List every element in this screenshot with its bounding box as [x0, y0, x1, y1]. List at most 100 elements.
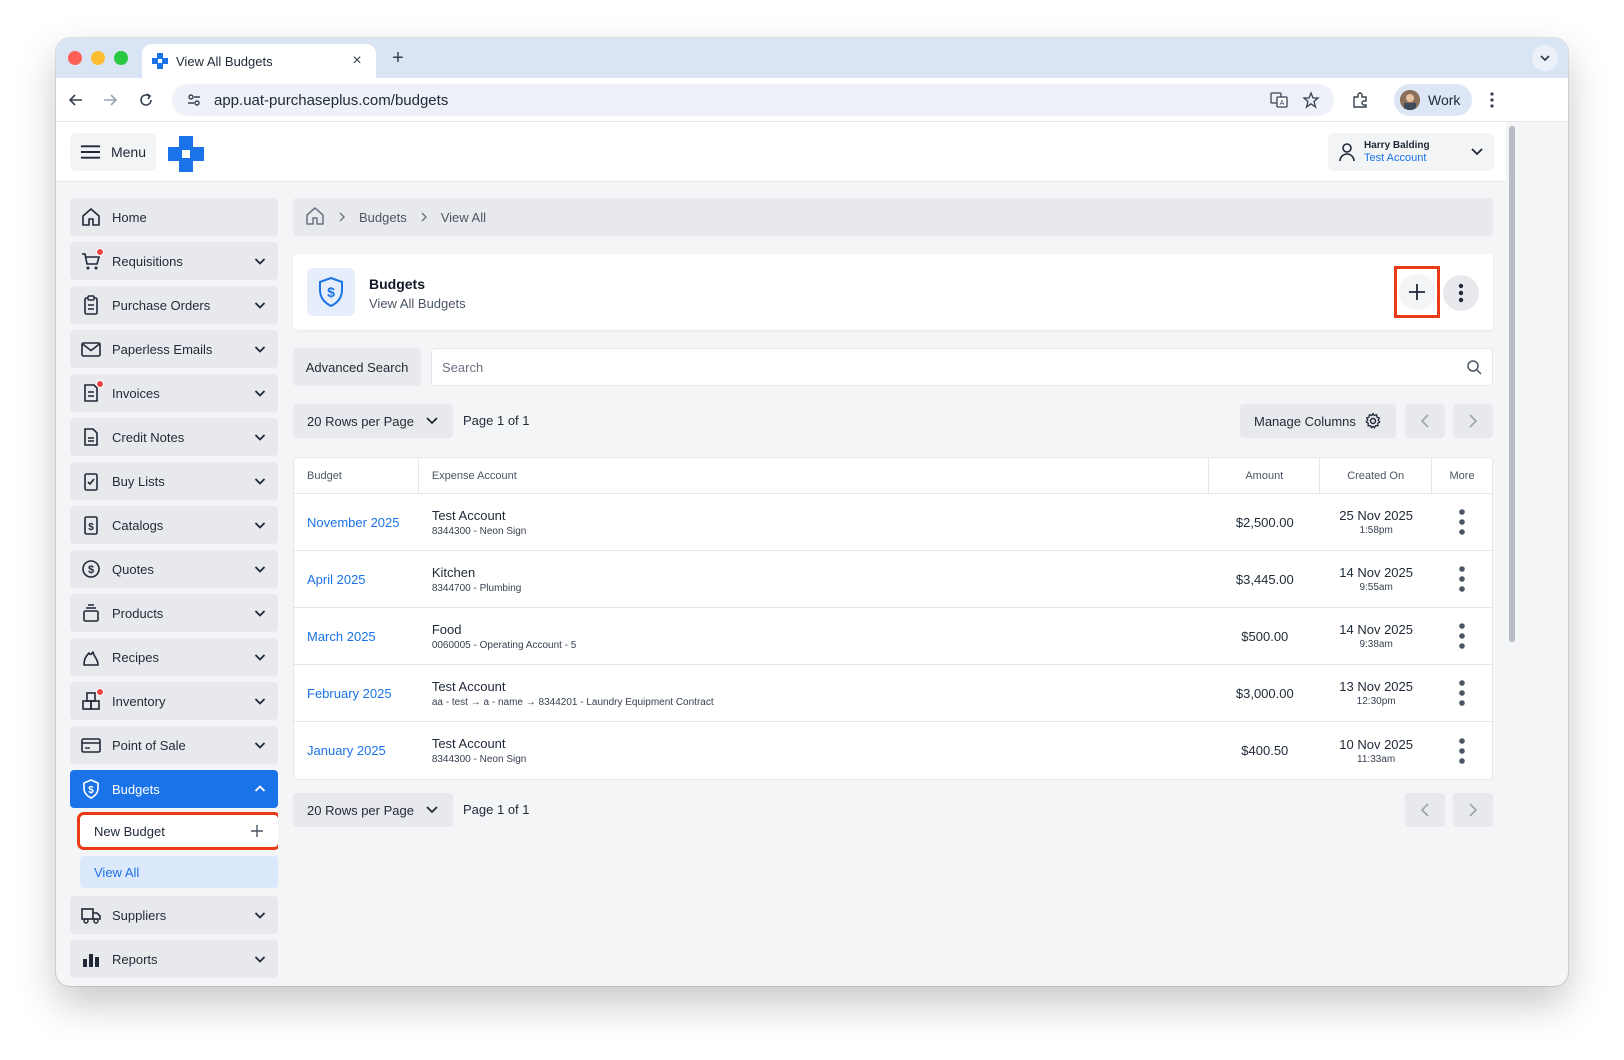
rows-per-page-select[interactable]: 20 Rows per Page	[293, 404, 453, 438]
table-row: January 2025 Test Account 8344300 - Neon …	[294, 722, 1492, 779]
row-more-button[interactable]	[1432, 608, 1492, 664]
tab-search-button[interactable]	[1532, 45, 1558, 71]
menu-button[interactable]: Menu	[70, 133, 156, 171]
budget-link[interactable]: April 2025	[307, 572, 366, 587]
app-header: Menu Harry Balding Test Account	[56, 122, 1506, 182]
sidebar-item-suppliers[interactable]: Suppliers	[70, 896, 278, 934]
back-button[interactable]	[64, 88, 88, 112]
sidebar-item-budgets[interactable]: $ Budgets	[70, 770, 278, 808]
sidebar-item-credit-notes[interactable]: Credit Notes	[70, 418, 278, 456]
shield-dollar-icon: $	[80, 778, 102, 800]
site-settings-icon[interactable]	[184, 90, 204, 110]
budget-link[interactable]: January 2025	[307, 743, 386, 758]
address-bar[interactable]: app.uat-purchaseplus.com/budgets A	[172, 84, 1334, 116]
budget-cell: March 2025	[294, 608, 419, 664]
row-more-button[interactable]	[1432, 722, 1492, 779]
next-page-button[interactable]	[1453, 793, 1493, 827]
chevron-down-icon	[1540, 55, 1550, 62]
budget-cell: November 2025	[294, 494, 419, 550]
sidebar-item-purchase-orders[interactable]: Purchase Orders	[70, 286, 278, 324]
table-row: March 2025 Food 0060005 - Operating Accou…	[294, 608, 1492, 665]
created-time: 9:55am	[1359, 582, 1393, 593]
minimize-window-button[interactable]	[91, 51, 105, 65]
kebab-icon	[1459, 680, 1465, 706]
sidebar-item-home[interactable]: Home	[70, 198, 278, 236]
forward-button[interactable]	[98, 88, 122, 112]
close-window-button[interactable]	[68, 51, 82, 65]
add-budget-button[interactable]	[1394, 266, 1440, 318]
translate-icon[interactable]: A	[1268, 89, 1290, 111]
sidebar-item-reports[interactable]: Reports	[70, 940, 278, 978]
chevron-down-icon	[252, 473, 268, 489]
gear-icon	[1365, 412, 1381, 429]
sidebar-item-label: Requisitions	[112, 253, 183, 269]
clipboard-icon	[80, 294, 102, 316]
search-input[interactable]	[442, 359, 1466, 375]
budget-link[interactable]: November 2025	[307, 515, 400, 530]
sidebar-item-recipes[interactable]: Recipes	[70, 638, 278, 676]
next-page-button[interactable]	[1453, 404, 1493, 438]
home-icon[interactable]	[305, 206, 325, 229]
search-box	[431, 348, 1493, 386]
sidebar-item-label: Purchase Orders	[112, 297, 211, 313]
prev-page-button[interactable]	[1405, 793, 1445, 827]
extensions-puzzle-icon[interactable]	[1348, 88, 1372, 112]
chevron-down-icon	[252, 297, 268, 313]
sidebar-item-requisitions[interactable]: Requisitions	[70, 242, 278, 280]
sidebar-item-buy-lists[interactable]: Buy Lists	[70, 462, 278, 500]
scrollbar-thumb[interactable]	[1509, 126, 1515, 642]
column-header-budget[interactable]: Budget	[294, 458, 419, 493]
account-code: 8344300 - Neon Sign	[431, 754, 527, 765]
manage-columns-button[interactable]: Manage Columns	[1240, 404, 1396, 438]
maximize-window-button[interactable]	[114, 51, 128, 65]
purchaseplus-logo[interactable]	[168, 136, 204, 172]
row-more-button[interactable]	[1432, 494, 1492, 550]
amount-cell: $3,445.00	[1235, 571, 1294, 587]
chevron-down-icon	[252, 561, 268, 577]
expense-account-cell: Test Account 8344300 - Neon Sign	[419, 494, 1210, 550]
created-date: 14 Nov 2025	[1339, 565, 1413, 580]
more-options-button[interactable]	[1443, 275, 1479, 311]
advanced-search-button[interactable]: Advanced Search	[293, 348, 421, 386]
row-more-button[interactable]	[1432, 665, 1492, 721]
breadcrumb-budgets[interactable]: Budgets	[359, 210, 407, 225]
row-more-button[interactable]	[1432, 551, 1492, 607]
url-text[interactable]: app.uat-purchaseplus.com/budgets	[214, 92, 1258, 109]
browser-tab[interactable]: View All Budgets ×	[142, 44, 376, 78]
budget-link[interactable]: March 2025	[307, 629, 376, 644]
budgets-table: Budget Expense Account Amount Created On…	[293, 457, 1493, 780]
sidebar-subitem-new-budget[interactable]: New Budget	[77, 812, 278, 850]
column-header-created-on[interactable]: Created On	[1320, 458, 1433, 493]
sidebar-item-quotes[interactable]: $ Quotes	[70, 550, 278, 588]
profile-button[interactable]: Work	[1394, 84, 1472, 116]
sidebar-item-label: Point of Sale	[112, 737, 186, 753]
sidebar-subitem-view-all[interactable]: View All	[80, 856, 278, 888]
new-tab-button[interactable]: +	[386, 46, 410, 70]
rows-per-page-select[interactable]: 20 Rows per Page	[293, 793, 453, 827]
page-header-panel: $ Budgets View All Budgets	[293, 254, 1493, 330]
created-on-cell: 25 Nov 2025 1:58pm	[1320, 494, 1432, 550]
user-account-dropdown[interactable]: Harry Balding Test Account	[1328, 133, 1494, 171]
sidebar-item-paperless-emails[interactable]: Paperless Emails	[70, 330, 278, 368]
budget-cell: April 2025	[294, 551, 419, 607]
sidebar-item-label: Suppliers	[112, 907, 167, 923]
inventory-icon	[80, 688, 104, 712]
bookmark-star-icon[interactable]	[1300, 89, 1322, 111]
reload-button[interactable]	[134, 88, 158, 112]
kebab-icon	[1458, 283, 1464, 303]
sidebar-item-point-of-sale[interactable]: Point of Sale	[70, 726, 278, 764]
chevron-down-icon	[252, 649, 268, 665]
sidebar-item-invoices[interactable]: Invoices	[70, 374, 278, 412]
column-header-amount[interactable]: Amount	[1209, 458, 1321, 493]
budget-link[interactable]: February 2025	[307, 686, 392, 701]
prev-page-button[interactable]	[1405, 404, 1445, 438]
column-header-expense-account[interactable]: Expense Account	[419, 458, 1210, 493]
close-tab-icon[interactable]: ×	[348, 52, 366, 70]
browser-menu-icon[interactable]	[1482, 88, 1502, 112]
sidebar-item-products[interactable]: Products	[70, 594, 278, 632]
sidebar-item-catalogs[interactable]: $ Catalogs	[70, 506, 278, 544]
mail-icon	[80, 338, 102, 360]
sidebar-item-inventory[interactable]: Inventory	[70, 682, 278, 720]
search-icon[interactable]	[1466, 359, 1482, 375]
browser-window: View All Budgets × + app.uat-purchaseplu…	[56, 38, 1568, 986]
